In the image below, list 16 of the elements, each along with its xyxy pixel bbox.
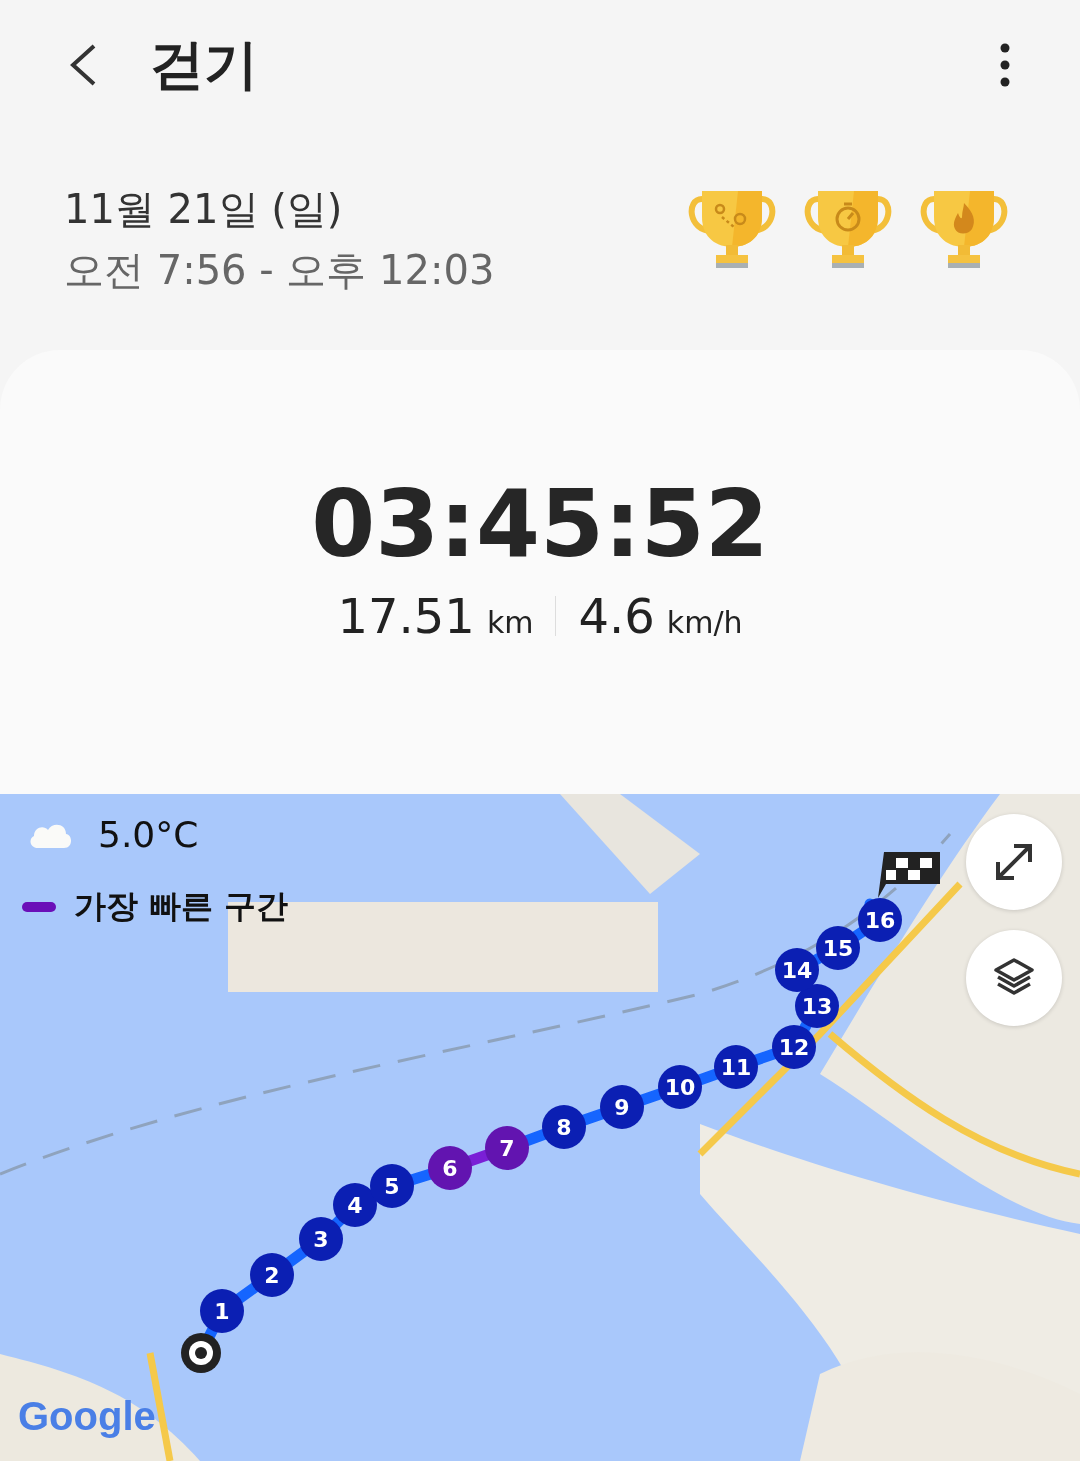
session-time: 오전 7:56 - 오후 12:03 [64, 246, 495, 295]
finish-flag-icon [878, 852, 940, 898]
fastest-legend-line [22, 902, 56, 912]
back-icon[interactable] [68, 43, 98, 87]
temperature-text: 5.0°C [98, 814, 199, 855]
distance-value: 17.51 [337, 587, 475, 644]
duration-value: 03:45:52 [311, 470, 769, 578]
distance-unit: km [486, 604, 534, 640]
start-marker [181, 1333, 221, 1373]
speed-value: 4.6 [578, 587, 655, 644]
speed-unit: km/h [666, 604, 743, 640]
map-logo: Google [18, 1394, 156, 1439]
legend-text: 가장 빠른 구간 [74, 886, 289, 927]
session-date: 11월 21일 (일) [64, 185, 344, 234]
more-icon[interactable] [1000, 43, 1010, 87]
page-title: 걷기 [150, 31, 259, 98]
